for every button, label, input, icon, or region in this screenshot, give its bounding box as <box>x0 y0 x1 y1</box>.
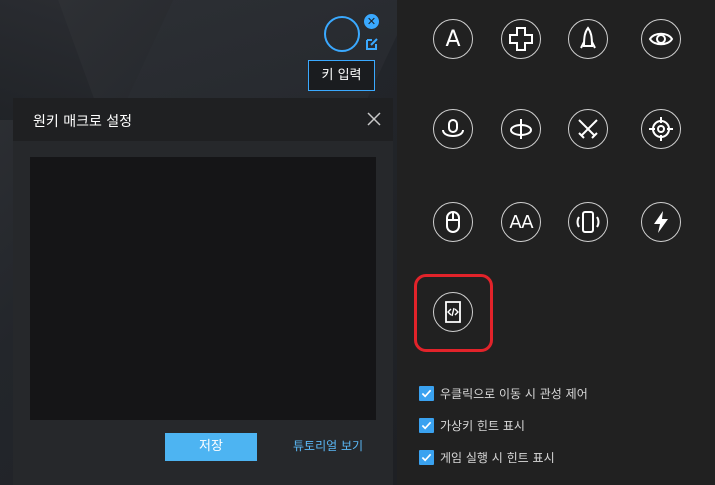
check-icon <box>421 389 432 397</box>
lightning-tool[interactable] <box>641 202 681 242</box>
rotate-mouse-tool[interactable] <box>433 109 473 149</box>
lightning-icon <box>654 211 668 233</box>
close-icon[interactable] <box>365 110 383 128</box>
checkbox[interactable] <box>419 417 434 433</box>
crossed-swords-icon <box>578 119 598 139</box>
dpad-icon <box>509 27 533 51</box>
mouse-tool[interactable] <box>433 202 473 242</box>
control-toolbox: A AA 우클릭으로 이동 시 관성 제어 가상키 힌트 표시 게임 실행 시 … <box>397 0 715 485</box>
save-button[interactable]: 저장 <box>165 433 257 461</box>
aim-tool[interactable] <box>641 109 681 149</box>
macro-script-tool[interactable] <box>433 292 473 332</box>
skill-tool[interactable] <box>568 19 608 59</box>
view-tool[interactable] <box>641 19 681 59</box>
option-launch-hint[interactable]: 게임 실행 시 힌트 표시 <box>419 449 555 465</box>
dialog-title: 원키 매크로 설정 <box>33 114 133 130</box>
checkbox[interactable] <box>419 449 434 465</box>
text-key-tool[interactable]: A <box>433 19 473 59</box>
tutorial-link[interactable]: 튜토리얼 보기 <box>293 437 363 454</box>
dpad-tool[interactable] <box>501 19 541 59</box>
tool-label: AA <box>509 211 533 233</box>
check-icon <box>421 421 432 429</box>
option-inertia-control[interactable]: 우클릭으로 이동 시 관성 제어 <box>419 385 588 401</box>
dialog-header: 원키 매크로 설정 <box>13 98 393 141</box>
eye-icon <box>648 32 674 46</box>
phone-shake-icon <box>576 211 600 233</box>
tool-label: A <box>445 26 461 52</box>
option-virtual-key-hint[interactable]: 가상키 힌트 표시 <box>419 417 525 433</box>
mouse-icon <box>446 211 460 233</box>
checkbox[interactable] <box>419 385 434 401</box>
rotate-axis-icon <box>510 119 532 139</box>
missile-icon <box>580 26 596 49</box>
shake-tool[interactable] <box>568 202 608 242</box>
option-label: 가상키 힌트 표시 <box>440 418 525 433</box>
option-label: 게임 실행 시 힌트 표시 <box>440 450 555 465</box>
repeat-key-tool[interactable]: AA <box>501 202 541 242</box>
crosshair-icon <box>649 117 673 141</box>
attack-tool[interactable] <box>568 109 608 149</box>
code-script-icon <box>445 301 461 323</box>
key-input-button[interactable]: 키 입력 <box>308 60 375 91</box>
rotate-mouse-icon <box>442 119 464 137</box>
check-icon <box>421 453 432 461</box>
edit-icon[interactable] <box>364 36 380 52</box>
key-circle-control[interactable] <box>324 16 360 52</box>
rotate-axis-tool[interactable] <box>501 109 541 149</box>
macro-script-editor[interactable] <box>30 157 376 420</box>
close-icon[interactable]: ✕ <box>364 14 379 29</box>
macro-settings-dialog: 원키 매크로 설정 저장 튜토리얼 보기 <box>13 98 393 485</box>
option-label: 우클릭으로 이동 시 관성 제어 <box>440 386 588 401</box>
